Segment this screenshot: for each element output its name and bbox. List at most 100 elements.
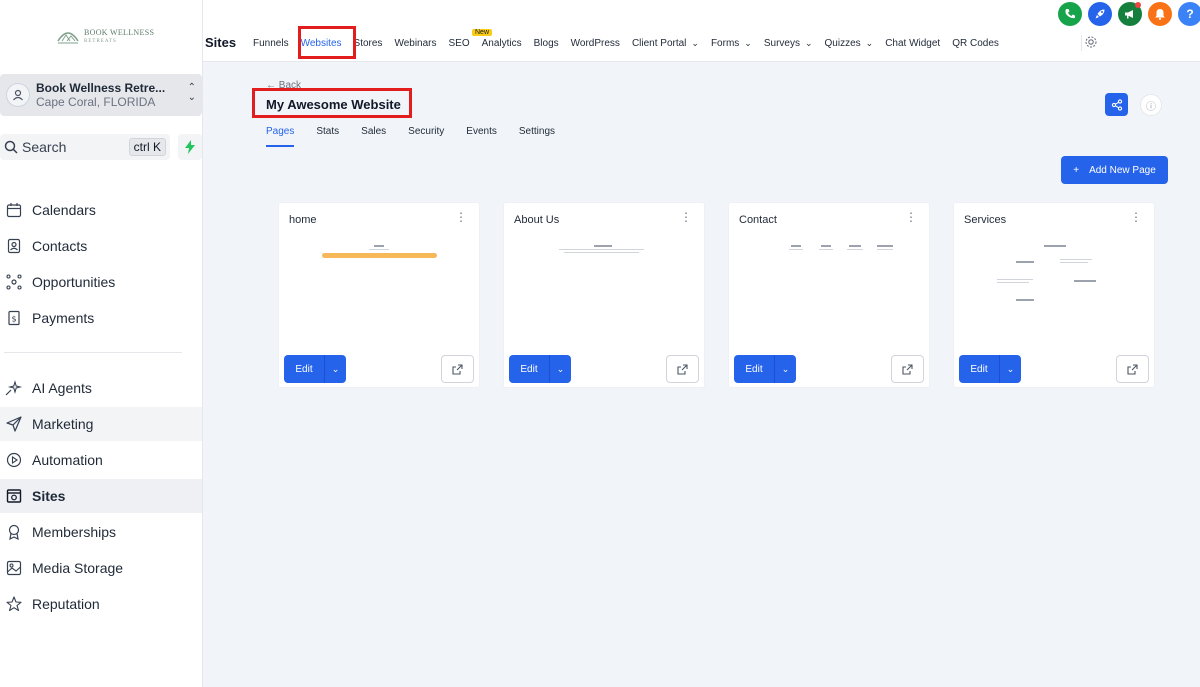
nav-client-portal[interactable]: Client Portal ⌄ [632,38,699,49]
svg-text:$: $ [11,315,16,324]
top-navigation: Sites Funnels Websites Stores Webinars S… [203,0,1200,62]
page-card-about-us[interactable]: About Us ⋮ Edit ⌄ [503,202,705,388]
nav-blogs[interactable]: Blogs [534,38,559,49]
kebab-menu-icon[interactable]: ⋮ [455,211,467,223]
account-switcher[interactable]: Book Wellness Retre... Cape Coral, FLORI… [0,74,202,116]
integrations-button[interactable] [1088,2,1112,26]
edit-button[interactable]: Edit [734,355,774,383]
announcements-button[interactable] [1118,2,1142,26]
tab-settings[interactable]: Settings [519,126,555,147]
phone-button[interactable] [1058,2,1082,26]
open-external-button[interactable] [441,355,474,383]
nav-quizzes[interactable]: Quizzes ⌄ [825,38,874,49]
nav-label: WordPress [570,38,620,49]
notifications-button[interactable] [1148,2,1172,26]
help-button[interactable]: ? [1178,2,1200,26]
edit-button-group: Edit ⌄ [509,355,571,383]
add-new-page-button[interactable]: + Add New Page [1061,156,1168,184]
add-new-page-label: Add New Page [1089,164,1156,176]
nav-forms[interactable]: Forms ⌄ [711,38,752,49]
kebab-menu-icon[interactable]: ⋮ [1130,211,1142,223]
page-preview-thumbnail [997,245,1096,301]
search-shortcut: ctrl K [128,138,166,156]
open-external-button[interactable] [891,355,924,383]
nav-label: QR Codes [952,38,999,49]
sidebar-item-sites[interactable]: Sites [0,479,202,513]
tab-security[interactable]: Security [408,126,444,147]
notification-dot [1135,2,1141,8]
edit-dropdown-button[interactable]: ⌄ [324,355,346,383]
external-link-icon [677,363,688,375]
chevron-up-down-icon: ⌃ ⌄ [187,82,196,103]
nav-label: Stores [353,38,383,49]
nav-wordpress[interactable]: WordPress [571,38,620,49]
site-tabs: Pages Stats Sales Security Events Settin… [266,126,577,147]
nav-analytics[interactable]: Analytics [482,38,522,49]
sidebar-item-automation[interactable]: Automation [0,443,202,477]
sidebar-item-payments[interactable]: $ Payments [0,301,202,335]
sidebar-item-ai-agents[interactable]: AI Agents [0,371,202,405]
kebab-menu-icon[interactable]: ⋮ [680,211,692,223]
sidebar-item-label: Calendars [32,202,96,218]
edit-button[interactable]: Edit [959,355,999,383]
nav-qr-codes[interactable]: QR Codes [952,38,999,49]
sidebar-item-marketing[interactable]: Marketing [0,407,202,441]
page-card-services[interactable]: Services ⋮ Edit ⌄ [953,202,1155,388]
search-icon [4,140,18,154]
nav-surveys[interactable]: Surveys ⌄ [764,38,813,49]
image-icon [5,559,23,577]
edit-dropdown-button[interactable]: ⌄ [549,355,571,383]
tab-pages[interactable]: Pages [266,126,295,147]
info-icon: ⓘ [1146,101,1156,113]
tab-events[interactable]: Events [466,126,497,147]
automation-icon [5,451,23,469]
edit-button[interactable]: Edit [509,355,549,383]
nav-stores[interactable]: Stores [354,38,383,49]
brand-subtitle: RETREATS [84,39,117,44]
sidebar-item-calendars[interactable]: Calendars [0,193,202,227]
edit-button[interactable]: Edit [284,355,324,383]
info-button[interactable]: ⓘ [1140,94,1162,116]
sidebar-item-label: Media Storage [32,560,124,576]
brand-name: BOOK WELLNESS [84,28,155,37]
title-highlight-box [252,88,412,118]
edit-button-group: Edit ⌄ [734,355,796,383]
sidebar-item-media-storage[interactable]: Media Storage [0,551,202,585]
nav-chat-widget[interactable]: Chat Widget [885,38,940,49]
nav-label: Analytics [481,38,522,49]
edit-dropdown-button[interactable]: ⌄ [999,355,1021,383]
nav-seo[interactable]: SEO [449,38,470,49]
tab-stats[interactable]: Stats [316,126,339,147]
sidebar-item-reputation[interactable]: Reputation [0,587,202,621]
sidebar-item-memberships[interactable]: Memberships [0,515,202,549]
kebab-menu-icon[interactable]: ⋮ [905,211,917,223]
open-external-button[interactable] [1116,355,1149,383]
nav-label: Forms [710,38,740,49]
calendar-icon [5,201,23,219]
edit-dropdown-button[interactable]: ⌄ [774,355,796,383]
sidebar-item-label: Contacts [32,238,88,254]
sidebar-item-label: Payments [32,310,95,326]
gear-icon[interactable] [1081,35,1097,51]
brand-logo[interactable]: BOOK WELLNESS RETREATS [56,24,156,50]
quick-actions-button[interactable] [178,134,202,160]
nav-webinars[interactable]: Webinars [394,38,436,49]
page-card-title: Services [964,214,1007,226]
send-icon [5,415,23,433]
sidebar-item-opportunities[interactable]: Opportunities [0,265,202,299]
nav-label: Blogs [533,38,559,49]
top-nav-links: Funnels Websites Stores Webinars SEO Ana… [253,38,1011,49]
sidebar-item-contacts[interactable]: Contacts [0,229,202,263]
phone-icon [1065,9,1075,19]
nav-label: Quizzes [824,38,861,49]
page-card-home[interactable]: home ⋮ Edit ⌄ [278,202,480,388]
nav-funnels[interactable]: Funnels [253,38,289,49]
tab-sales[interactable]: Sales [361,126,386,147]
payments-icon: $ [5,309,23,327]
open-external-button[interactable] [666,355,699,383]
sidebar-item-label: AI Agents [32,380,92,396]
page-card-contact[interactable]: Contact ⋮ Edit ⌄ [728,202,930,388]
nav-label: Funnels [253,38,289,49]
search-input[interactable]: Search ctrl K [0,134,170,160]
share-button[interactable] [1105,93,1128,116]
